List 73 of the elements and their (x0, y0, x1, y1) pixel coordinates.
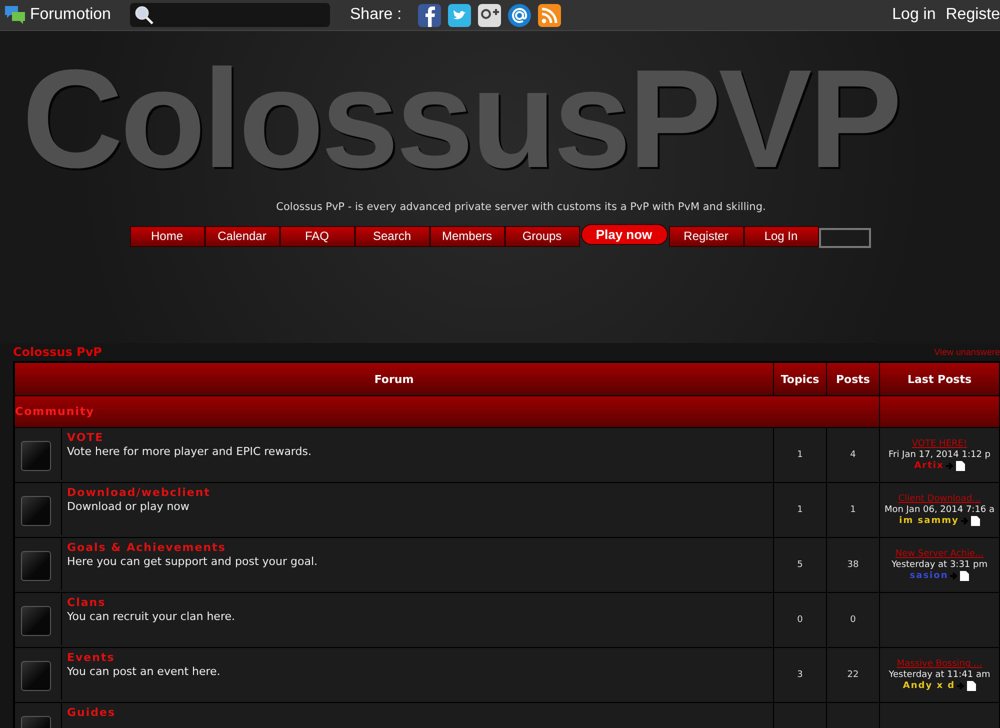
site-logo[interactable]: ColossusPVP (22, 49, 900, 189)
topics-count: 3 (774, 648, 826, 702)
forum-description: You can recruit your clan here. (67, 610, 236, 623)
topics-count: 1 (774, 482, 826, 538)
last-post-link[interactable]: Massive Bossing ... (896, 659, 982, 669)
breadcrumb-link[interactable]: Colossus PvP (13, 345, 102, 359)
nav-tab[interactable]: FAQ (280, 226, 354, 246)
forum-title-link[interactable]: Events (67, 651, 773, 664)
chat-bubbles-icon[interactable] (4, 5, 26, 25)
topics-count: 5 (774, 538, 826, 592)
top-link[interactable]: Registe (946, 6, 1000, 24)
forum-title-link[interactable]: Goals & Achievements (67, 541, 773, 554)
email-at-icon[interactable] (508, 4, 531, 26)
top-link[interactable]: Log in (892, 6, 936, 24)
search-field[interactable] (130, 3, 330, 27)
nav-tab[interactable]: Register (668, 226, 744, 246)
last-post-link[interactable]: VOTE HERE! (912, 439, 968, 449)
nav-tab[interactable]: Groups (504, 226, 580, 246)
posts-count: 1 (826, 482, 880, 538)
author-link[interactable]: sasion (910, 571, 948, 581)
forum-title-link[interactable]: Download/webclient (67, 486, 773, 499)
last-post-date: Mon Jan 06, 2014 7:16 a (883, 505, 996, 515)
tagline: Colossus PvP - is every advanced private server with customs its a PvP with PvM and skilling. (276, 201, 766, 213)
topics-count: 0 (774, 592, 826, 648)
category-header[interactable]: Community (14, 396, 880, 428)
last-post-date: Fri Jan 17, 2014 1:12 p (887, 450, 992, 460)
posts-count: 38 (826, 538, 880, 592)
nav-tab[interactable]: Log In (744, 226, 818, 246)
column-header: Topics (774, 362, 826, 396)
topics-count: 1 (774, 428, 826, 482)
google-plus-icon[interactable] (478, 4, 501, 26)
go-to-post-icon[interactable] (957, 681, 976, 691)
forum-description: You can post an event here. (67, 665, 222, 678)
author-link[interactable]: im sammy (899, 516, 959, 526)
facebook-icon[interactable] (418, 4, 441, 26)
posts-count: 22 (826, 648, 880, 702)
go-to-post-icon[interactable] (960, 516, 980, 526)
author-link[interactable]: Andy x d (902, 681, 956, 691)
last-post-link[interactable]: Client Download... (898, 494, 981, 504)
last-post-date: Yesterday at 11:41 am (888, 670, 992, 680)
bird-icon[interactable] (448, 4, 471, 26)
nav-tab[interactable]: Calendar (204, 226, 280, 246)
column-header: Forum (14, 362, 774, 396)
nav-tab[interactable]: Members (430, 226, 504, 246)
last-post-link[interactable]: New Server Achie... (895, 549, 984, 559)
rss-icon[interactable] (538, 4, 561, 26)
go-to-post-icon[interactable] (946, 461, 965, 471)
go-to-post-icon[interactable] (950, 571, 970, 581)
forum-title-link[interactable]: Guides (67, 706, 773, 719)
view-unanswered-link[interactable]: View unanswere (934, 347, 1000, 357)
column-header: Posts (826, 362, 880, 396)
forum-title-link[interactable]: Clans (67, 596, 773, 609)
author-link[interactable]: Artix (914, 461, 944, 471)
nav-tab[interactable]: Home (130, 226, 204, 246)
brand-name[interactable]: Forumotion (30, 6, 111, 24)
posts-count: 4 (826, 428, 880, 482)
share-label: Share : (350, 6, 403, 24)
forum-description: Download or play now (67, 500, 190, 513)
nav-field[interactable] (818, 228, 870, 248)
play-now-button[interactable]: Play now (580, 224, 668, 244)
forum-description: Here you can get support and post your goal. (67, 555, 319, 568)
forum-status-icon (21, 606, 51, 636)
forum-description: Vote here for more player and EPIC rewards. (67, 445, 312, 458)
forum-status-icon (21, 551, 51, 581)
posts-count: 0 (826, 592, 880, 648)
forum-title-link[interactable]: VOTE (67, 431, 773, 444)
last-post-date: Yesterday at 3:31 pm (890, 560, 988, 570)
forum-status-icon (21, 441, 51, 471)
forum-status-icon (21, 496, 51, 526)
search-icon (134, 5, 154, 25)
column-header: Last Posts (880, 362, 1000, 396)
nav-tab[interactable]: Search (354, 226, 430, 246)
forum-status-icon (21, 661, 51, 691)
